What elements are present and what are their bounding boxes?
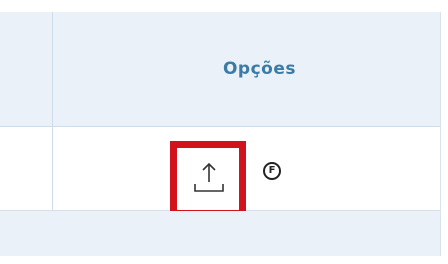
table-footer-row bbox=[0, 211, 440, 256]
header-cell-options: Opções bbox=[53, 12, 440, 126]
row-cell-options: F bbox=[53, 127, 440, 217]
column-divider bbox=[52, 12, 53, 210]
upload-icon bbox=[194, 162, 224, 192]
screenshot-frame: Opções F bbox=[0, 0, 448, 264]
table-row: F bbox=[0, 127, 440, 217]
row-cell-previous bbox=[0, 127, 52, 210]
f-badge-icon[interactable]: F bbox=[263, 162, 281, 180]
options-column-header: Opções bbox=[222, 59, 297, 79]
table-header-row: Opções bbox=[0, 12, 440, 127]
upload-button[interactable] bbox=[170, 141, 246, 217]
header-cell-previous bbox=[0, 12, 52, 126]
data-table: Opções F bbox=[0, 12, 441, 256]
